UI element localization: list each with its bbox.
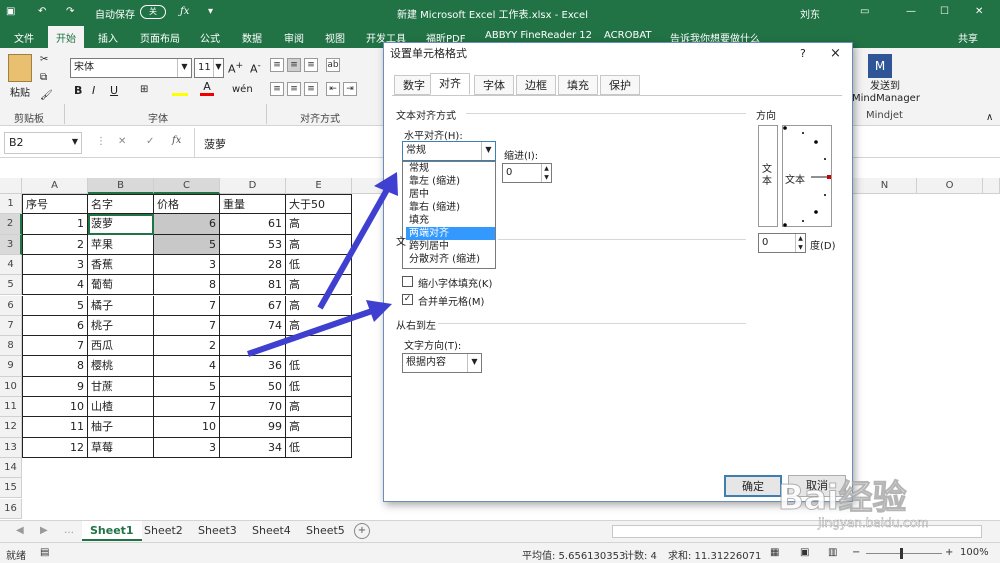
arrow-to-horizontal-combo [317,186,391,310]
baidu-watermark: Bai经验 jingyan.baidu.com [778,470,988,550]
excel-window: ▣ ↶ ↷ 自动保存 关 ƒx ▾ 新建 Microsoft Excel 工作表… [0,0,1000,563]
watermark-url: jingyan.baidu.com [818,516,929,530]
arrow-to-merge-checkbox [247,308,373,357]
watermark-logo: Bai经验 [778,478,908,519]
